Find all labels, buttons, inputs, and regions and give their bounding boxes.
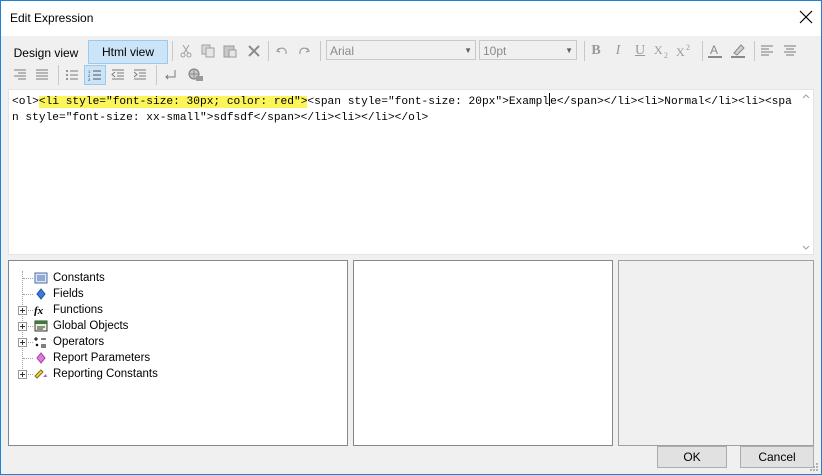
resize-grip-icon[interactable] (809, 462, 819, 472)
cut-icon[interactable] (176, 41, 196, 61)
font-size-select[interactable]: 10pt ▼ (479, 40, 577, 60)
html-editor[interactable]: <ol><li style="font-size: 30px; color: r… (8, 89, 814, 255)
tree-item-label: Report Parameters (53, 352, 151, 364)
font-name-select[interactable]: Arial ▼ (326, 40, 476, 60)
align-right-icon[interactable] (10, 65, 30, 85)
formatting-toolbar: Design view Html view Arial ▼ 10pt ▼ B I… (8, 36, 814, 90)
cancel-button[interactable]: Cancel (740, 446, 814, 468)
svg-text:X: X (676, 45, 685, 59)
underline-button[interactable]: U (630, 41, 650, 61)
italic-button[interactable]: I (608, 41, 628, 61)
tree-item-label: Functions (53, 304, 103, 316)
tree-item-label: Constants (53, 272, 105, 284)
close-icon[interactable] (798, 9, 814, 25)
items-list[interactable] (353, 260, 613, 446)
svg-text:X: X (654, 43, 663, 57)
chevron-down-icon: ▼ (565, 46, 573, 55)
tree-item-reporting-constants[interactable]: Reporting Constants (9, 366, 339, 382)
undo-icon[interactable] (272, 41, 292, 61)
superscript-icon[interactable]: X2 (674, 41, 694, 61)
tree-item-fields[interactable]: Fields (9, 286, 339, 302)
constants-icon (34, 272, 48, 284)
design-view-button[interactable]: Design view (10, 41, 82, 65)
reporting-constants-icon (34, 368, 48, 380)
tree-item-global-objects[interactable]: Global Objects (9, 318, 339, 334)
highlighted-source-segment: <li style="font-size: 30px; color: red"> (38, 96, 308, 108)
title-bar: Edit Expression (0, 0, 822, 36)
tree-guide-line (23, 294, 33, 295)
svg-text:2: 2 (686, 43, 690, 52)
redo-icon[interactable] (294, 41, 314, 61)
html-source-text[interactable]: <ol><li style="font-size: 30px; color: r… (12, 93, 792, 126)
fields-icon (34, 288, 48, 300)
subscript-icon[interactable]: X2 (652, 41, 672, 61)
bullet-list-icon[interactable] (62, 65, 82, 85)
tree-item-label: Operators (53, 336, 105, 348)
paste-icon[interactable] (220, 41, 240, 61)
copy-icon[interactable] (198, 41, 218, 61)
tree-guide-line (23, 358, 33, 359)
source-segment: <ol> (12, 96, 39, 108)
tree-item-constants[interactable]: Constants (9, 270, 339, 286)
functions-icon: fx (34, 304, 48, 317)
operators-icon (34, 336, 48, 348)
bold-button[interactable]: B (586, 41, 606, 61)
font-name-value: Arial (330, 44, 355, 58)
highlight-icon[interactable] (728, 41, 748, 61)
svg-text:2: 2 (664, 51, 668, 59)
tree-item-label: Global Objects (53, 320, 129, 332)
report-parameters-icon (34, 352, 48, 364)
tree-item-operators[interactable]: Operators (9, 334, 339, 350)
tree-item-label: Fields (53, 288, 84, 300)
chevron-down-icon: ▼ (464, 46, 472, 55)
outdent-icon[interactable] (108, 65, 128, 85)
source-segment: <span style="font-size: 20px">Exampl (307, 96, 550, 108)
expand-icon[interactable] (18, 370, 27, 379)
html-view-button[interactable]: Html view (88, 40, 168, 64)
window-title: Edit Expression (10, 11, 94, 25)
svg-text:fx: fx (34, 305, 44, 316)
expand-icon[interactable] (18, 338, 27, 347)
global-objects-icon (34, 320, 48, 332)
align-center-icon[interactable] (780, 41, 800, 61)
tree-item-functions[interactable]: fx Functions (9, 302, 339, 318)
tree-guide-line (23, 278, 33, 279)
delete-icon[interactable] (244, 41, 264, 61)
expand-icon[interactable] (18, 306, 27, 315)
insert-link-icon[interactable] (186, 65, 206, 85)
svg-text:3: 3 (88, 77, 91, 81)
indent-icon[interactable] (130, 65, 150, 85)
align-left-icon[interactable] (757, 41, 777, 61)
line-break-icon[interactable] (160, 65, 180, 85)
svg-text:A: A (710, 43, 718, 57)
numbered-list-icon[interactable]: 123 (84, 65, 106, 85)
tree-item-label: Reporting Constants (53, 368, 158, 380)
font-color-icon[interactable]: A (705, 41, 725, 61)
expand-icon[interactable] (18, 322, 27, 331)
editor-scrollbar[interactable] (800, 91, 812, 253)
expression-tree[interactable]: Constants Fields fx Functions Global Objects… (8, 260, 348, 446)
tree-item-report-parameters[interactable]: Report Parameters (9, 350, 339, 366)
description-panel (618, 260, 814, 446)
ok-button[interactable]: OK (657, 446, 727, 468)
justify-icon[interactable] (32, 65, 52, 85)
font-size-value: 10pt (483, 44, 507, 58)
